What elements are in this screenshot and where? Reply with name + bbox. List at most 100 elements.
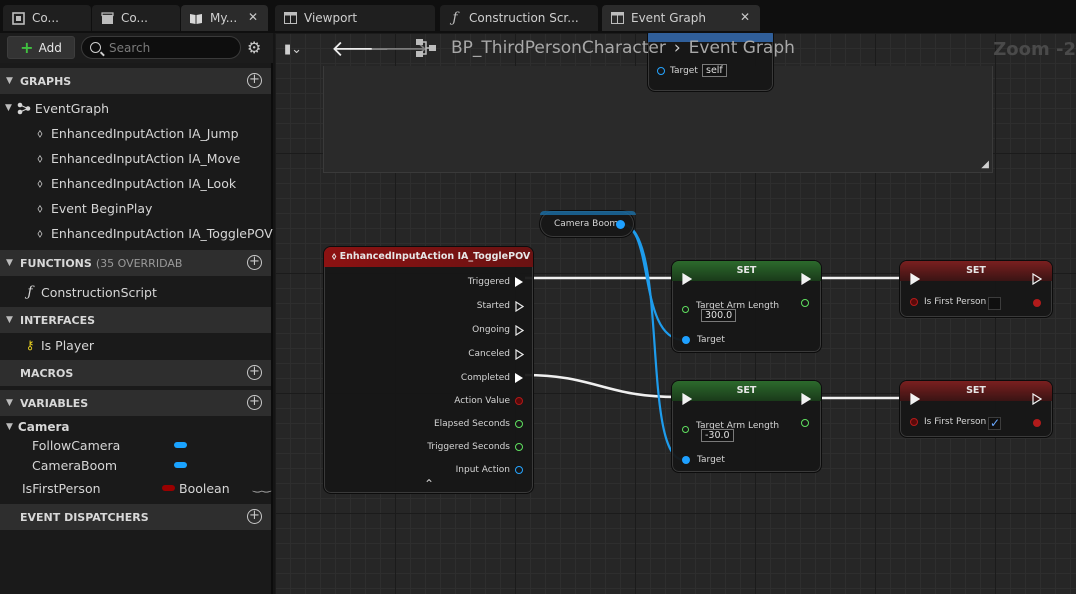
tab-event-graph[interactable]: Event Graph ✕ (602, 5, 760, 31)
event-pin-row[interactable]: Elapsed Seconds (434, 419, 523, 429)
tab-construction-script[interactable]: ƒ Construction Scr... (440, 5, 598, 31)
pin-label: Canceled (468, 349, 510, 359)
exec-pin-icon[interactable] (1032, 272, 1043, 288)
exec-pin-icon[interactable] (910, 392, 921, 408)
is-first-person-checkbox[interactable] (988, 297, 1001, 310)
graph-item-beginplay[interactable]: ⬨ Event BeginPlay (32, 197, 303, 219)
event-pin-row[interactable]: Action Value (454, 396, 523, 406)
set-node-arm-length-300[interactable]: SET Target Arm Length 300.0 Target (671, 260, 822, 353)
exec-pin-icon[interactable] (1032, 392, 1043, 408)
pin-label: Elapsed Seconds (433, 419, 510, 429)
target-pin[interactable]: Target (657, 66, 698, 76)
graph-item-ia-togglepov[interactable]: ⬨ EnhancedInputAction IA_TogglePOV (32, 222, 303, 244)
event-pin-row[interactable]: Input Action (456, 465, 523, 475)
exec-pin-icon[interactable] (801, 392, 812, 408)
is-first-person-checkbox[interactable] (988, 416, 1001, 430)
section-graphs[interactable]: ▼ GRAPHS + (0, 68, 271, 94)
target-pin[interactable]: Target (682, 455, 725, 465)
bool-pin-icon (910, 298, 918, 306)
add-button[interactable]: + Add (7, 36, 75, 59)
section-title: INTERFACES (20, 313, 96, 327)
tab-level[interactable]: Co... (3, 5, 91, 31)
float-pin-icon[interactable] (801, 419, 809, 427)
exec-pin-icon[interactable] (801, 272, 812, 288)
close-icon[interactable]: ✕ (248, 10, 258, 24)
event-graph-canvas[interactable]: ◢ Target self Camera Boom ⬨ EnhancedInpu… (275, 33, 1076, 594)
object-type-pill (174, 462, 187, 468)
section-variables[interactable]: ▼ VARIABLES + (0, 390, 271, 416)
breadcrumb-root[interactable]: BP_ThirdPersonCharacter (451, 38, 666, 58)
section-event-dispatchers[interactable]: ▼ EVENT DISPATCHERS + (0, 504, 271, 530)
add-graph-icon[interactable]: + (247, 73, 262, 88)
graph-item-ia-jump[interactable]: ⬨ EnhancedInputAction IA_Jump (32, 122, 303, 144)
exec-pin-icon[interactable] (910, 272, 921, 288)
bool-pin-icon[interactable] (1033, 419, 1041, 427)
tab-viewport[interactable]: Viewport (275, 5, 435, 31)
event-pin-row[interactable]: Canceled (468, 349, 524, 360)
variable-type-label: Boolean (179, 480, 230, 496)
event-pin-row[interactable]: Completed (461, 373, 523, 383)
node-title: EnhancedInputAction IA_TogglePOV (339, 251, 531, 262)
exec-pin-icon[interactable] (682, 392, 693, 408)
variable-item-followcamera[interactable]: FollowCamera (32, 434, 303, 456)
eye-closed-icon[interactable]: ‿‿ (253, 480, 271, 493)
event-pin-row[interactable]: Started (477, 301, 524, 312)
add-function-icon[interactable]: + (247, 255, 262, 270)
target-pin[interactable]: Target (682, 335, 725, 345)
is-first-person-pin[interactable]: Is First Person (910, 297, 986, 307)
camera-boom-getter[interactable]: Camera Boom (539, 210, 636, 238)
tab-sequence[interactable]: Co... (92, 5, 180, 31)
variable-label: IsFirstPerson (22, 480, 101, 496)
float-pin-icon (515, 443, 523, 451)
chevron-up-icon[interactable]: ⌃ (424, 477, 434, 491)
set-node-is-first-person-true[interactable]: SET Is First Person (899, 380, 1053, 438)
arm-length-value[interactable]: -30.0 (701, 429, 734, 442)
add-dispatcher-icon[interactable]: + (247, 509, 262, 524)
event-pin-row[interactable]: Triggered Seconds (427, 442, 523, 452)
object-pin-icon[interactable] (616, 220, 625, 229)
graph-item-eventgraph[interactable]: ▼ EventGraph (5, 97, 276, 119)
exec-pin-icon[interactable] (682, 272, 693, 288)
add-variable-icon[interactable]: + (247, 395, 262, 410)
node-header: SET (672, 381, 821, 401)
is-first-person-pin[interactable]: Is First Person (910, 417, 986, 427)
set-node-is-first-person-false[interactable]: SET Is First Person (899, 260, 1053, 318)
float-pin-icon[interactable] (801, 299, 809, 307)
set-node-arm-length-neg30[interactable]: SET Target Arm Length -30.0 Target (671, 380, 822, 473)
event-node-ia-togglepov[interactable]: ⬨ EnhancedInputAction IA_TogglePOV ⌃ Tri… (323, 246, 534, 494)
bookmark-icon[interactable]: ▮⌄ (284, 42, 302, 57)
resize-grip-icon[interactable]: ◢ (981, 159, 989, 170)
section-interfaces[interactable]: ▼ INTERFACES (0, 307, 271, 333)
float-pin-icon (682, 426, 689, 433)
pin-label: Triggered (467, 277, 510, 287)
clapper-icon (100, 11, 114, 25)
tab-label: Event Graph (631, 11, 706, 25)
interface-item-is-player[interactable]: ⚷ Is Player (22, 334, 293, 356)
event-pin-row[interactable]: Ongoing (472, 325, 524, 336)
getter-accent (540, 211, 636, 215)
add-macro-icon[interactable]: + (247, 365, 262, 380)
search-input[interactable] (109, 40, 229, 55)
search-box[interactable] (81, 36, 241, 59)
arm-length-value[interactable]: 300.0 (701, 309, 737, 322)
category-label: Camera (17, 420, 70, 434)
close-icon[interactable]: ✕ (740, 10, 750, 24)
object-pin-icon (682, 456, 690, 464)
tab-label: Co... (121, 11, 148, 25)
tab-my-blueprint[interactable]: My... ✕ (181, 5, 268, 31)
graph-item-ia-look[interactable]: ⬨ EnhancedInputAction IA_Look (32, 172, 303, 194)
section-functions[interactable]: ▼ FUNCTIONS (35 OVERRIDAB + (0, 250, 271, 276)
event-pin-row[interactable]: Triggered (468, 277, 523, 287)
section-title: EVENT DISPATCHERS (20, 510, 149, 524)
breadcrumb-leaf[interactable]: Event Graph (689, 38, 795, 58)
function-item-constructionscript[interactable]: ƒ ConstructionScript (22, 281, 293, 303)
variable-item-cameraboom[interactable]: CameraBoom (32, 454, 303, 476)
exec-pin-icon (515, 373, 523, 383)
section-macros[interactable]: ▼ MACROS + (0, 360, 271, 386)
gear-icon[interactable]: ⚙ (247, 38, 261, 57)
graph-item-label: Event BeginPlay (51, 200, 153, 216)
bool-pin-icon[interactable] (1033, 299, 1041, 307)
graph-item-ia-move[interactable]: ⬨ EnhancedInputAction IA_Move (32, 147, 303, 169)
node-header: ⬨ EnhancedInputAction IA_TogglePOV (324, 247, 533, 267)
collapse-triangle-icon: ▼ (5, 103, 12, 113)
